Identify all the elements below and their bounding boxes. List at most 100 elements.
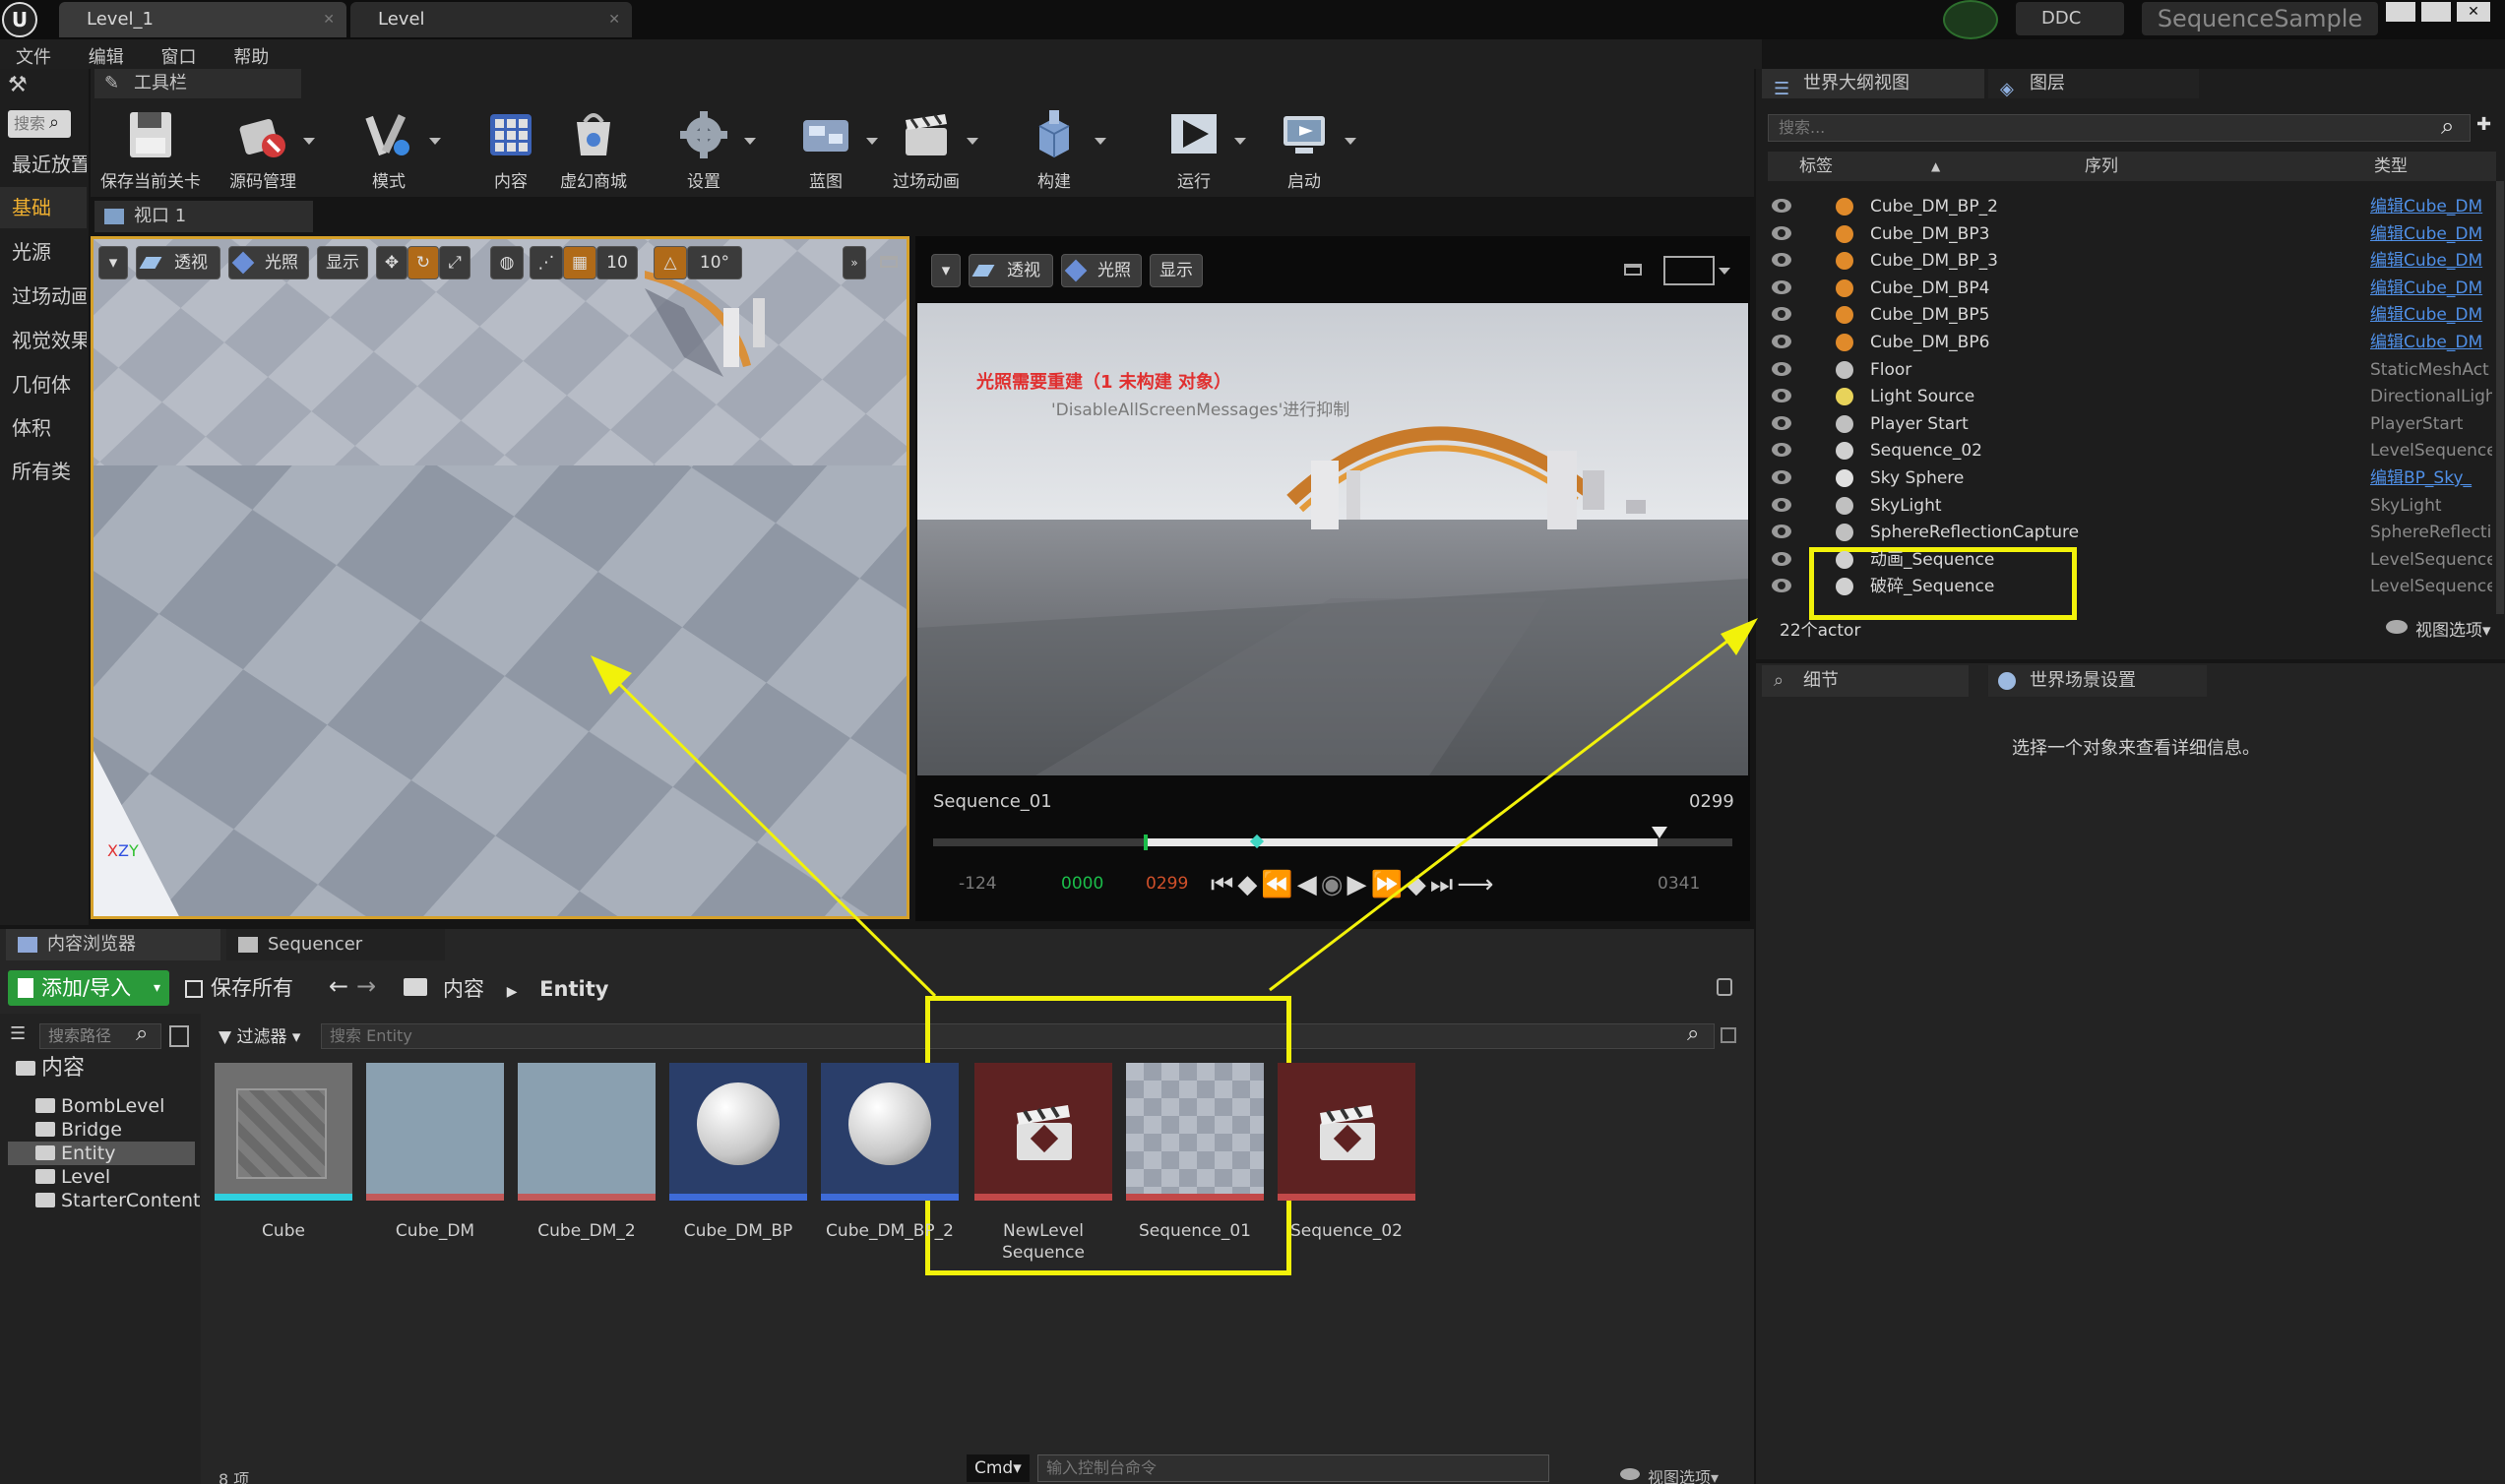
timeline-end-marker[interactable] (1652, 827, 1667, 838)
sources-view-icon[interactable] (169, 1025, 189, 1047)
actor-type[interactable]: 编辑BP_Sky_ (2370, 464, 2492, 492)
outliner-row[interactable]: 破碎_Sequence LevelSequence (1764, 573, 2492, 600)
outliner-tab[interactable]: ☰ 世界大纲视图 (1762, 69, 1984, 99)
level-tab-2[interactable]: Level ✕ (350, 2, 632, 37)
asset-tile[interactable]: Cube_DM_BP (669, 1063, 807, 1260)
blueprint-button[interactable]: 蓝图 (772, 104, 880, 199)
chevron-down-icon[interactable] (1719, 268, 1730, 275)
cinematics-button[interactable]: 过场动画 (872, 104, 980, 199)
close-button[interactable]: ✕ (2457, 2, 2490, 22)
asset-tile[interactable]: Cube (215, 1063, 352, 1260)
column-type[interactable]: 类型 (2374, 152, 2408, 181)
cine-show-button[interactable]: 显示 (1150, 254, 1203, 287)
menu-window[interactable]: 窗口 (145, 39, 212, 69)
outliner-row[interactable]: Cube_DM_BP6 编辑Cube_DM (1764, 329, 2492, 356)
visibility-eye-icon[interactable] (1772, 470, 1791, 484)
visibility-eye-icon[interactable] (1772, 279, 1791, 294)
cine-perspective-button[interactable]: 透视 (969, 254, 1053, 287)
time-start-out[interactable]: -124 (959, 874, 997, 894)
visibility-eye-icon[interactable] (1772, 497, 1791, 512)
outliner-row[interactable]: Player Start PlayerStart (1764, 410, 2492, 438)
jump-to-start-icon[interactable]: ⏮ (1211, 870, 1237, 899)
modes-category-basic[interactable]: 基础 (0, 187, 87, 228)
console-input[interactable]: 输入控制台命令 (1037, 1454, 1549, 1482)
outliner-row[interactable]: Sky Sphere 编辑BP_Sky_ (1764, 464, 2492, 492)
chevron-down-icon[interactable] (967, 138, 978, 145)
asset-tile[interactable]: Sequence_02 (1278, 1063, 1415, 1260)
modes-category-geometry[interactable]: 几何体 (0, 364, 87, 405)
outliner-row[interactable]: Cube_DM_BP_3 编辑Cube_DM (1764, 247, 2492, 275)
visibility-eye-icon[interactable] (1772, 415, 1791, 430)
add-import-button[interactable]: 添加/导入 ▾ (8, 970, 169, 1006)
translate-tool-icon[interactable]: ✥ (376, 246, 407, 279)
play-button[interactable]: 运行 (1140, 104, 1248, 199)
menu-help[interactable]: 帮助 (218, 39, 284, 69)
surface-snap-icon[interactable]: ⋰ (530, 246, 563, 279)
folder-tree-item[interactable]: Level (8, 1165, 195, 1189)
folder-tree-item[interactable]: 内容 (8, 1057, 195, 1081)
grid-snap-icon[interactable]: ▦ (563, 246, 596, 279)
back-arrow-icon[interactable]: ← (329, 972, 348, 1000)
save-current-level-button[interactable]: 保存当前关卡 (96, 104, 205, 199)
layers-tab[interactable]: ◈ 图层 (1988, 69, 2199, 99)
source-control-button[interactable]: 源码管理 (209, 104, 317, 199)
minimize-button[interactable] (2386, 2, 2415, 22)
outliner-row[interactable]: 动画_Sequence LevelSequence (1764, 546, 2492, 574)
time-end[interactable]: 0299 (1146, 874, 1188, 894)
maximize-button[interactable] (2421, 2, 2451, 22)
visibility-eye-icon[interactable] (1772, 335, 1791, 348)
actor-type[interactable]: 编辑Cube_DM (2370, 301, 2492, 329)
outliner-row[interactable]: Floor StaticMeshAct (1764, 356, 2492, 384)
modes-category-volumes[interactable]: 体积 (0, 407, 87, 449)
visibility-eye-icon[interactable] (1772, 225, 1791, 240)
scale-tool-icon[interactable]: ⤢ (439, 246, 470, 279)
modes-category-visual-effects[interactable]: 视觉效果 (0, 320, 87, 361)
loop-icon[interactable]: ⟶ (1457, 870, 1497, 899)
save-all-button[interactable]: 保存所有 (181, 970, 309, 1006)
outliner-row[interactable]: Cube_DM_BP3 编辑Cube_DM (1764, 220, 2492, 248)
level-tab-1[interactable]: Level_1 ✕ (59, 2, 346, 37)
outliner-view-options[interactable]: 视图选项▾ (2386, 616, 2491, 641)
outliner-row[interactable]: Cube_DM_BP4 编辑Cube_DM (1764, 275, 2492, 302)
actor-type[interactable]: 编辑Cube_DM (2370, 329, 2492, 356)
asset-tile[interactable]: Sequence_01 (1126, 1063, 1264, 1260)
layout-grid-icon[interactable] (1663, 256, 1715, 285)
cine-lit-button[interactable]: 光照 (1061, 254, 1142, 287)
visibility-eye-icon[interactable] (1772, 579, 1791, 593)
play-forward-icon[interactable]: ▶ (1346, 870, 1370, 899)
cmd-dropdown[interactable]: Cmd▾ (967, 1454, 1030, 1482)
asset-tile[interactable]: Cube_DM (366, 1063, 504, 1260)
outliner-row[interactable]: Cube_DM_BP5 编辑Cube_DM (1764, 301, 2492, 329)
actor-type[interactable]: 编辑Cube_DM (2370, 193, 2492, 220)
modes-category-all-classes[interactable]: 所有类 (0, 451, 87, 492)
rotation-snap-value[interactable]: 10° (687, 246, 742, 279)
visibility-eye-icon[interactable] (1772, 443, 1791, 458)
save-search-icon[interactable] (1721, 1027, 1736, 1043)
restore-viewport-icon[interactable] (880, 256, 898, 268)
breadcrumb-entity[interactable]: Entity (539, 977, 608, 1001)
next-key-icon[interactable]: ◆ (1407, 870, 1430, 899)
folder-tree-item[interactable]: StarterContent (8, 1189, 200, 1212)
sequencer-tab[interactable]: Sequencer (226, 929, 445, 960)
modes-button[interactable]: 模式 (335, 104, 443, 199)
actor-type[interactable]: 编辑Cube_DM (2370, 275, 2492, 302)
chevron-down-icon[interactable] (744, 138, 756, 145)
asset-tile[interactable]: NewLevel Sequence (974, 1063, 1112, 1263)
visibility-eye-icon[interactable] (1772, 551, 1791, 566)
step-back-icon[interactable]: ⏪ (1261, 870, 1296, 899)
details-tab[interactable]: ⌕ 细节 (1762, 665, 1969, 697)
lit-button[interactable]: 光照 (228, 246, 309, 279)
outliner-scrollbar[interactable] (2496, 181, 2504, 614)
unreal-logo-icon[interactable]: U (2, 2, 37, 37)
forward-arrow-icon[interactable]: → (356, 972, 376, 1000)
visibility-eye-icon[interactable] (1772, 389, 1791, 403)
maximize-viewport-icon[interactable]: » (843, 246, 866, 279)
timeline-start-marker[interactable] (1144, 835, 1148, 850)
rotate-tool-icon[interactable]: ↻ (407, 246, 439, 279)
breadcrumb-content[interactable]: 内容 (443, 977, 484, 1001)
modes-tab-icon[interactable]: ⚒ (8, 73, 37, 100)
search-icon[interactable]: ⌕ (2441, 112, 2454, 140)
perspective-viewport[interactable]: XZY (91, 236, 909, 919)
jump-to-end-icon[interactable]: ⏭ (1430, 870, 1457, 899)
viewport-tab[interactable]: 视口 1 (94, 201, 313, 232)
